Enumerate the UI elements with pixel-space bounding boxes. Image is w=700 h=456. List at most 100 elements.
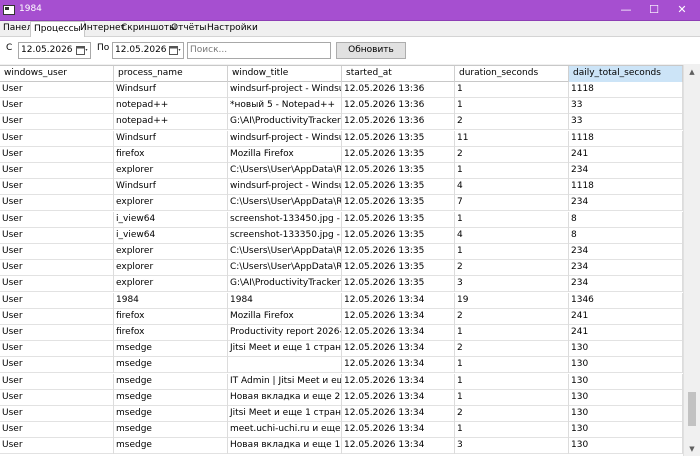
table-row[interactable]: UserWindsurfwindsurf-project - Windsurf … xyxy=(0,82,683,98)
scroll-thumb[interactable] xyxy=(688,392,696,426)
column-header-daily-total-seconds[interactable]: daily_total_seconds xyxy=(569,66,683,82)
table-row[interactable]: UsermsedgeIT Admin | Jitsi Meet и еще 2 … xyxy=(0,373,683,390)
column-header-duration-seconds[interactable]: duration_seconds xyxy=(455,66,569,82)
table-row[interactable]: UserfirefoxProductivity report 2026-05-1… xyxy=(0,325,683,341)
from-label: С xyxy=(6,43,13,53)
tab-settings[interactable]: Настройки xyxy=(204,21,261,37)
cell-duration-seconds: 1 xyxy=(455,98,569,115)
cell-window-title: windsurf-project - Windsurf - ... xyxy=(228,179,342,196)
to-label: По xyxy=(97,43,110,53)
cell-started-at: 12.05.2026 13:36 xyxy=(342,98,455,115)
table-row[interactable]: UserexplorerC:\Users\User\AppData\Roa...… xyxy=(0,260,683,277)
cell-duration-seconds: 2 xyxy=(455,114,569,131)
cell-duration-seconds: 1 xyxy=(455,373,569,390)
cell-process-name: msedge xyxy=(114,389,228,406)
cell-window-title: screenshot-133350.jpg - Irfan... xyxy=(228,227,342,244)
cell-duration-seconds: 2 xyxy=(455,308,569,325)
cell-duration-seconds: 4 xyxy=(455,227,569,244)
table-row[interactable]: UsermsedgeНовая вкладка и еще 2 стра...1… xyxy=(0,389,683,406)
cell-daily-total-seconds: 234 xyxy=(569,244,683,260)
cell-window-title: C:\Users\User\AppData\Roa... xyxy=(228,163,342,179)
to-date-picker[interactable]: 12.05.2026 xyxy=(112,42,184,59)
cell-process-name: i_view64 xyxy=(114,211,228,228)
vertical-scrollbar[interactable]: ▲ ▼ xyxy=(683,65,700,456)
cell-daily-total-seconds: 130 xyxy=(569,406,683,422)
table-row[interactable]: UserexplorerC:\Users\User\AppData\Roa...… xyxy=(0,163,683,179)
cell-windows-user: User xyxy=(0,406,114,422)
cell-daily-total-seconds: 241 xyxy=(569,146,683,163)
table-row[interactable]: UserexplorerC:\Users\User\AppData\Roa...… xyxy=(0,244,683,260)
cell-window-title: 1984 xyxy=(228,292,342,309)
cell-window-title: windsurf-project - Windsurf - ... xyxy=(228,82,342,98)
table-row[interactable]: Useri_view64screenshot-133350.jpg - Irfa… xyxy=(0,227,683,244)
cell-daily-total-seconds: 8 xyxy=(569,227,683,244)
cell-duration-seconds: 11 xyxy=(455,130,569,147)
cell-process-name: msedge xyxy=(114,406,228,422)
cell-daily-total-seconds: 234 xyxy=(569,276,683,293)
window-title: 1984 xyxy=(19,4,42,14)
table-row[interactable]: Useri_view64screenshot-133450.jpg - Irfa… xyxy=(0,211,683,228)
cell-daily-total-seconds: 241 xyxy=(569,325,683,341)
cell-process-name: msedge xyxy=(114,422,228,439)
cell-process-name: firefox xyxy=(114,325,228,341)
cell-windows-user: User xyxy=(0,227,114,244)
calendar-icon[interactable] xyxy=(76,45,88,56)
minimize-button[interactable]: — xyxy=(612,0,640,20)
table-row[interactable]: User firefox Mozilla Firefox 12.05.2026 13:… xyxy=(0,308,683,325)
scroll-up-icon[interactable]: ▲ xyxy=(684,65,700,79)
cell-daily-total-seconds: 130 xyxy=(569,373,683,390)
cell-duration-seconds: 2 xyxy=(455,146,569,163)
cell-started-at: 12.05.2026 13:35 xyxy=(342,276,455,293)
table-row[interactable]: UsermsedgeJitsi Meet и еще 1 страница ..… xyxy=(0,341,683,358)
table-row[interactable]: UserexplorerC:\Users\User\AppData\Roa...… xyxy=(0,195,683,212)
cell-window-title: screenshot-133450.jpg - Irfan... xyxy=(228,211,342,228)
table-row[interactable]: User notepad++ *новый 5 - Notepad++ 12.05.2… xyxy=(0,98,683,115)
table-row[interactable]: UsermsedgeJitsi Meet и еще 1 страница ..… xyxy=(0,406,683,422)
table-row[interactable]: UsermsedgeНовая вкладка и еще 1 стра...1… xyxy=(0,438,683,455)
column-header-started-at[interactable]: started_at xyxy=(342,66,455,82)
table-row[interactable]: User 1984 1984 12.05.2026 13:34 19 1346 xyxy=(0,292,683,309)
calendar-icon[interactable] xyxy=(169,45,181,56)
table-row[interactable]: User firefox Mozilla Firefox 12.05.2026 13:… xyxy=(0,146,683,163)
cell-started-at: 12.05.2026 13:34 xyxy=(342,357,455,374)
refresh-button[interactable]: Обновить xyxy=(336,42,406,59)
table-row[interactable]: Usermsedgemeet.uchi-uchi.ru и еще 1 ст..… xyxy=(0,422,683,439)
maximize-button[interactable]: ☐ xyxy=(640,0,668,20)
column-header-window-title[interactable]: window_title xyxy=(228,66,342,82)
cell-duration-seconds: 3 xyxy=(455,438,569,455)
column-header-process-name[interactable]: process_name xyxy=(114,66,228,82)
cell-window-title: Mozilla Firefox xyxy=(228,308,342,325)
cell-started-at: 12.05.2026 13:35 xyxy=(342,260,455,277)
cell-window-title: G:\AI\ProductivityTracker\dep... xyxy=(228,114,342,131)
cell-duration-seconds: 4 xyxy=(455,179,569,196)
cell-duration-seconds: 3 xyxy=(455,276,569,293)
table-row[interactable]: UserWindsurfwindsurf-project - Windsurf … xyxy=(0,130,683,147)
table-row[interactable]: UserexplorerG:\AI\ProductivityTracker\sr… xyxy=(0,276,683,293)
table-row[interactable]: UserWindsurfwindsurf-project - Windsurf … xyxy=(0,179,683,196)
cell-process-name: Windsurf xyxy=(114,130,228,147)
table-row[interactable]: Usernotepad++G:\AI\ProductivityTracker\d… xyxy=(0,114,683,131)
table-header: windows_user process_name window_title star… xyxy=(0,66,683,82)
cell-process-name: notepad++ xyxy=(114,98,228,115)
cell-process-name: explorer xyxy=(114,195,228,212)
scroll-down-icon[interactable]: ▼ xyxy=(684,442,700,456)
table-row[interactable]: User msedge 12.05.2026 13:34 1 130 xyxy=(0,357,683,374)
cell-window-title: meet.uchi-uchi.ru и еще 1 ст... xyxy=(228,422,342,439)
cell-window-title: *новый 5 - Notepad++ xyxy=(228,98,342,115)
cell-windows-user: User xyxy=(0,357,114,374)
cell-duration-seconds: 1 xyxy=(455,389,569,406)
from-date-value: 12.05.2026 xyxy=(21,45,73,55)
cell-windows-user: User xyxy=(0,146,114,163)
title-bar: 1984 — ☐ ✕ xyxy=(0,0,700,21)
cell-started-at: 12.05.2026 13:35 xyxy=(342,163,455,179)
from-date-picker[interactable]: 12.05.2026 xyxy=(18,42,91,59)
cell-started-at: 12.05.2026 13:35 xyxy=(342,227,455,244)
search-input[interactable]: Поиск... xyxy=(187,42,331,59)
cell-process-name: firefox xyxy=(114,146,228,163)
cell-daily-total-seconds: 1118 xyxy=(569,130,683,147)
cell-daily-total-seconds: 241 xyxy=(569,308,683,325)
column-header-windows-user[interactable]: windows_user xyxy=(0,66,114,82)
close-button[interactable]: ✕ xyxy=(668,0,696,20)
cell-windows-user: User xyxy=(0,163,114,179)
cell-window-title: C:\Users\User\AppData\Roa... xyxy=(228,260,342,277)
